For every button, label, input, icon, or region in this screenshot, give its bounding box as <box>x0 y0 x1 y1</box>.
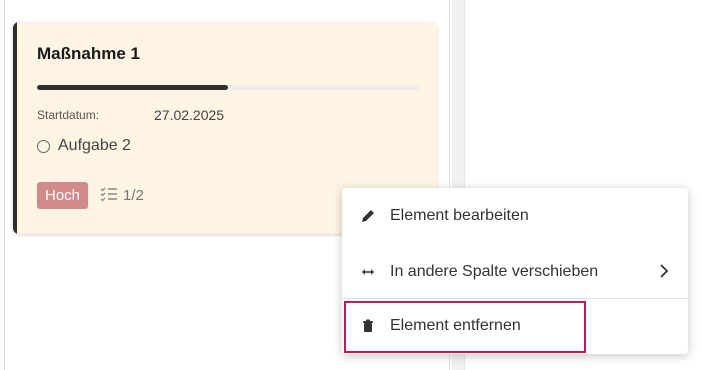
checklist-icon <box>100 186 118 206</box>
progress-fill <box>37 85 228 90</box>
subtasks-indicator[interactable]: 1/2 <box>100 186 144 206</box>
context-menu: Element bearbeiten In andere Spalte vers… <box>342 188 688 354</box>
checklist-item[interactable]: Aufgabe 2 <box>37 137 131 155</box>
trash-icon <box>360 318 376 334</box>
card-accent-bar <box>13 22 17 234</box>
start-date-label: Startdatum: <box>37 108 100 122</box>
menu-item-edit[interactable]: Element bearbeiten <box>342 192 688 240</box>
menu-item-move-label: In andere Spalte verschieben <box>390 263 599 280</box>
card-title[interactable]: Maßnahme 1 <box>37 44 140 64</box>
menu-item-edit-label: Element bearbeiten <box>390 207 529 224</box>
pencil-icon <box>360 208 376 224</box>
menu-item-remove-label: Element entfernen <box>390 317 521 334</box>
chevron-right-icon <box>658 263 670 284</box>
menu-item-move-column[interactable]: In andere Spalte verschieben <box>342 248 688 296</box>
start-date-row: Startdatum: 27.02.2025 <box>37 107 224 123</box>
progress-bar <box>37 85 419 90</box>
menu-item-remove[interactable]: Element entfernen <box>342 302 688 350</box>
start-date-value: 27.02.2025 <box>154 107 225 123</box>
radio-circle-icon[interactable] <box>37 139 50 153</box>
card-meta: Hoch 1/2 <box>37 182 144 209</box>
subtasks-count: 1/2 <box>123 187 144 204</box>
checklist-item-label: Aufgabe 2 <box>58 137 131 154</box>
priority-badge: Hoch <box>37 182 89 209</box>
arrows-horizontal-icon <box>360 264 376 280</box>
menu-divider <box>342 298 688 299</box>
